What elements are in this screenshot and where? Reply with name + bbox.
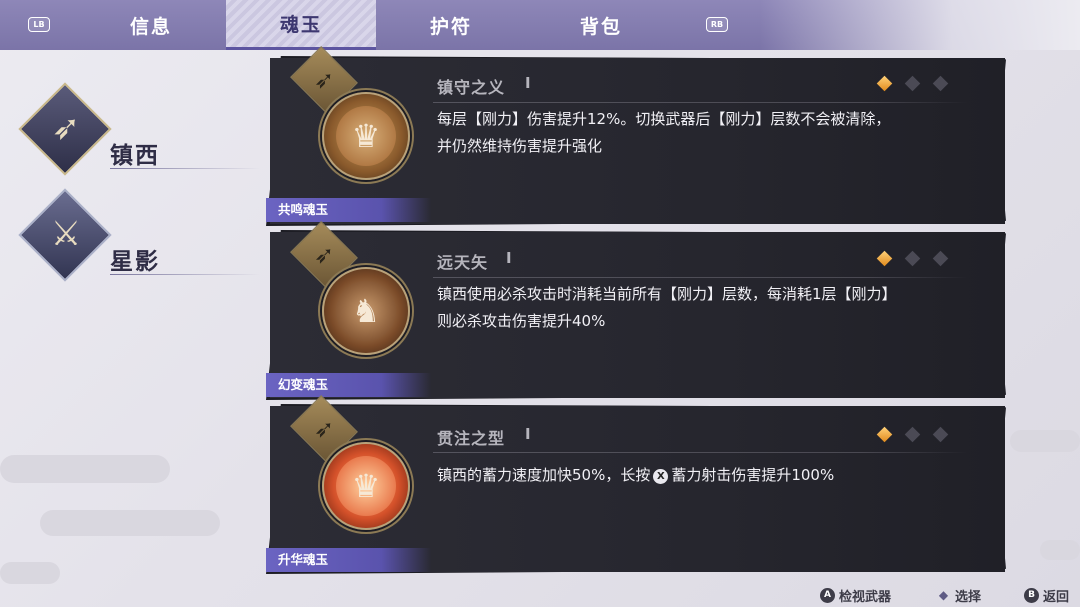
bow-badge-icon: ➶ [313,241,335,269]
cloud-decor [0,455,170,483]
card-title: 镇守之义 [437,78,506,97]
hint-back[interactable]: B 返回 [1024,586,1070,605]
cloud-decor [0,562,60,584]
description-line: 则必杀攻击伤害提升40% [437,312,606,330]
cloud-decor [1010,430,1080,452]
blade-glyph-icon: ⚔ [50,214,82,254]
description-text: 镇西的蓄力速度加快50%，长按 [437,466,651,484]
card-title: 贯注之型 [437,429,506,448]
jade-type-label: 共鸣魂玉 [266,198,431,222]
bow-glyph-icon: ➶ [51,108,81,148]
cloud-decor [40,510,220,536]
weapon-name: 镇西 [110,143,160,169]
description-text: 蓄力射击伤害提升100% [671,466,835,484]
soul-jade-icon: ♞ [322,267,410,355]
top-bar-fade [760,0,1080,50]
description-line: 镇西使用必杀攻击时消耗当前所有【刚力】层数，每消耗1层【刚力】 [437,285,897,303]
card-title: 远天矢 [437,253,489,272]
b-button-icon: B [1024,587,1039,603]
card-description: 镇西的蓄力速度加快50%，长按 X 蓄力射击伤害提升100% [437,462,962,489]
weapon-underline [110,274,260,275]
tab-soul-jade[interactable]: 魂玉 [226,0,376,50]
card-level: I [525,74,531,92]
weapon-item-zhenxi[interactable]: ➶ 镇西 [18,82,260,176]
soul-jade-icon: ♛ [322,92,410,180]
hint-select[interactable]: ◆ 选择 [936,586,982,605]
weapon-item-xingying[interactable]: ⚔ 星影 [18,188,260,282]
card-divider [433,277,968,278]
x-button-icon: X [653,469,669,484]
card-description: 每层【刚力】伤害提升12%。切换武器后【刚力】层数不会被清除， 并仍然维持伤害提… [437,106,962,160]
hint-label: 选择 [955,589,982,605]
tab-inventory[interactable]: 背包 [526,0,676,50]
soul-jade-icon: ♛ [322,442,410,530]
bow-badge-icon: ➶ [313,415,335,443]
lion-mask-icon: ♛ [336,106,396,166]
hint-inspect-weapon[interactable]: A 检视武器 [820,586,892,605]
beast-icon: ♞ [336,281,396,341]
cloud-decor [1040,540,1080,560]
card-level: I [506,249,512,267]
tab-info[interactable]: 信息 [76,0,226,50]
description-line: 每层【刚力】伤害提升12%。切换武器后【刚力】层数不会被清除， [437,110,891,128]
description-line: 并仍然维持伤害提升强化 [437,137,603,155]
tab-talisman[interactable]: 护符 [376,0,526,50]
bow-badge-icon: ➶ [313,66,335,94]
hint-label: 检视武器 [839,589,892,605]
card-divider [433,452,968,453]
jade-type-label: 幻变魂玉 [266,373,431,397]
card-description: 镇西使用必杀攻击时消耗当前所有【刚力】层数，每消耗1层【刚力】 则必杀攻击伤害提… [437,281,962,335]
jade-type-label: 升华魂玉 [266,548,431,572]
rb-button-icon[interactable]: RB [706,17,728,32]
a-button-icon: A [820,587,835,603]
hint-label: 返回 [1043,589,1070,605]
card-divider [433,102,968,103]
flaming-mask-icon: ♛ [336,456,396,516]
dpad-icon: ◆ [938,588,949,602]
weapon-underline [110,168,260,169]
lb-button-icon[interactable]: LB [28,17,50,32]
weapon-name: 星影 [110,249,160,275]
card-level: I [525,425,531,443]
